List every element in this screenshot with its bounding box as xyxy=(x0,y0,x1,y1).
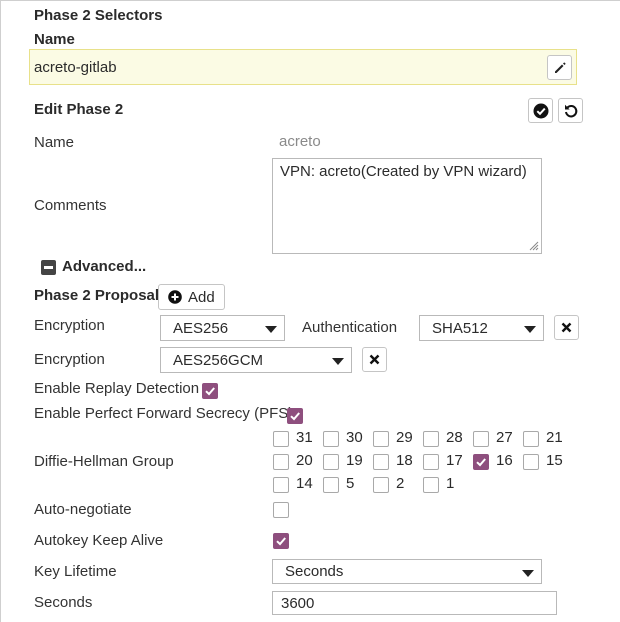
dh-group-label: 1 xyxy=(446,475,455,492)
add-proposal-button[interactable]: Add xyxy=(158,284,225,310)
seconds-label: Seconds xyxy=(34,594,93,611)
encryption-select-1[interactable]: AES256 xyxy=(160,315,285,341)
dh-group-28-checkbox[interactable] xyxy=(423,431,439,447)
seconds-input[interactable]: 3600 xyxy=(272,591,557,615)
dh-group-15-checkbox[interactable] xyxy=(523,454,539,470)
dh-group-30-checkbox[interactable] xyxy=(323,431,339,447)
seconds-value: 3600 xyxy=(281,594,315,612)
check-icon xyxy=(276,537,286,546)
dh-group-label: 28 xyxy=(446,429,463,446)
close-icon xyxy=(369,354,380,365)
dh-group-27-checkbox[interactable] xyxy=(473,431,489,447)
encryption-select-2[interactable]: AES256GCM xyxy=(160,347,352,373)
comments-text: VPN: acreto(Created by VPN wizard) xyxy=(280,163,527,180)
undo-icon xyxy=(564,104,577,117)
key-lifetime-value: Seconds xyxy=(285,563,344,580)
encryption-label-1: Encryption xyxy=(34,317,105,334)
revert-button[interactable] xyxy=(558,98,583,123)
dh-label: Diffie-Hellman Group xyxy=(34,453,174,470)
dh-group-label: 18 xyxy=(396,452,413,469)
dh-group-label: 14 xyxy=(296,475,313,492)
dh-group-label: 29 xyxy=(396,429,413,446)
authentication-select[interactable]: SHA512 xyxy=(419,315,544,341)
dh-group-label: 31 xyxy=(296,429,313,446)
dh-group-29-checkbox[interactable] xyxy=(373,431,389,447)
frame-border-left xyxy=(0,0,1,622)
advanced-toggle[interactable]: Advanced... xyxy=(62,258,146,275)
dh-group-label: 17 xyxy=(446,452,463,469)
add-label: Add xyxy=(188,288,215,306)
dh-group-2-checkbox[interactable] xyxy=(373,477,389,493)
dh-group-label: 15 xyxy=(546,452,563,469)
plus-circle-icon xyxy=(168,290,182,304)
dh-group-label: 27 xyxy=(496,429,513,446)
authentication-label: Authentication xyxy=(302,319,398,336)
dh-group-label: 2 xyxy=(396,475,405,492)
edit-phase2-title: Edit Phase 2 xyxy=(34,101,124,118)
dh-group-label: 21 xyxy=(546,429,563,446)
autoneg-checkbox[interactable] xyxy=(273,502,289,518)
frame-border-top xyxy=(0,0,620,1)
phase2-form: Phase 2 Selectors Name acreto-gitlab Edi… xyxy=(0,0,620,622)
chevron-down-icon xyxy=(332,358,344,365)
check-icon xyxy=(476,458,486,467)
keepalive-label: Autokey Keep Alive xyxy=(34,532,164,549)
close-icon xyxy=(561,322,572,333)
selector-name-label: Name xyxy=(34,31,75,48)
pfs-checkbox[interactable] xyxy=(287,408,303,424)
authentication-select-value: SHA512 xyxy=(432,319,488,337)
dh-group-31-checkbox[interactable] xyxy=(273,431,289,447)
dh-group-21-checkbox[interactable] xyxy=(523,431,539,447)
dh-group-16-checkbox[interactable] xyxy=(473,454,489,470)
dh-group-label: 16 xyxy=(496,452,513,469)
check-icon xyxy=(290,412,300,421)
phase2-selectors-title: Phase 2 Selectors xyxy=(34,7,163,24)
checkmark-circle-icon xyxy=(533,103,548,118)
minus-box-icon[interactable] xyxy=(41,260,56,275)
resize-grip-icon[interactable] xyxy=(528,240,539,251)
dh-group-label: 5 xyxy=(346,475,355,492)
dh-group-label: 19 xyxy=(346,452,363,469)
name-label: Name xyxy=(34,134,75,151)
chevron-down-icon xyxy=(265,326,277,333)
chevron-down-icon xyxy=(522,570,534,577)
chevron-down-icon xyxy=(524,326,536,333)
replay-checkbox[interactable] xyxy=(202,383,218,399)
remove-proposal-1-button[interactable] xyxy=(554,315,579,340)
check-icon xyxy=(205,387,215,396)
pfs-label: Enable Perfect Forward Secrecy (PFS) xyxy=(34,405,294,422)
encryption-label-2: Encryption xyxy=(34,351,105,368)
comments-label: Comments xyxy=(34,197,107,214)
replay-label: Enable Replay Detection xyxy=(34,380,200,397)
comments-textarea[interactable]: VPN: acreto(Created by VPN wizard) xyxy=(272,158,542,254)
proposal-label: Phase 2 Proposal xyxy=(34,287,160,304)
autoneg-label: Auto-negotiate xyxy=(34,501,132,518)
dh-group-1-checkbox[interactable] xyxy=(423,477,439,493)
dh-group-14-checkbox[interactable] xyxy=(273,477,289,493)
remove-proposal-2-button[interactable] xyxy=(362,347,387,372)
name-value: acreto xyxy=(279,133,321,150)
dh-group-label: 30 xyxy=(346,429,363,446)
apply-button[interactable] xyxy=(528,98,553,123)
dh-group-17-checkbox[interactable] xyxy=(423,454,439,470)
key-lifetime-select[interactable]: Seconds xyxy=(272,559,542,584)
encryption-select-1-value: AES256 xyxy=(173,319,229,337)
edit-icon xyxy=(554,61,566,73)
encryption-select-2-value: AES256GCM xyxy=(173,351,264,369)
edit-name-button[interactable] xyxy=(547,55,572,80)
dh-group-19-checkbox[interactable] xyxy=(323,454,339,470)
dh-group-label: 20 xyxy=(296,452,313,469)
selector-name-value: acreto-gitlab xyxy=(34,59,117,76)
dh-group-5-checkbox[interactable] xyxy=(323,477,339,493)
dh-group-20-checkbox[interactable] xyxy=(273,454,289,470)
keepalive-checkbox[interactable] xyxy=(273,533,289,549)
dh-group-18-checkbox[interactable] xyxy=(373,454,389,470)
key-lifetime-label: Key Lifetime xyxy=(34,563,117,580)
